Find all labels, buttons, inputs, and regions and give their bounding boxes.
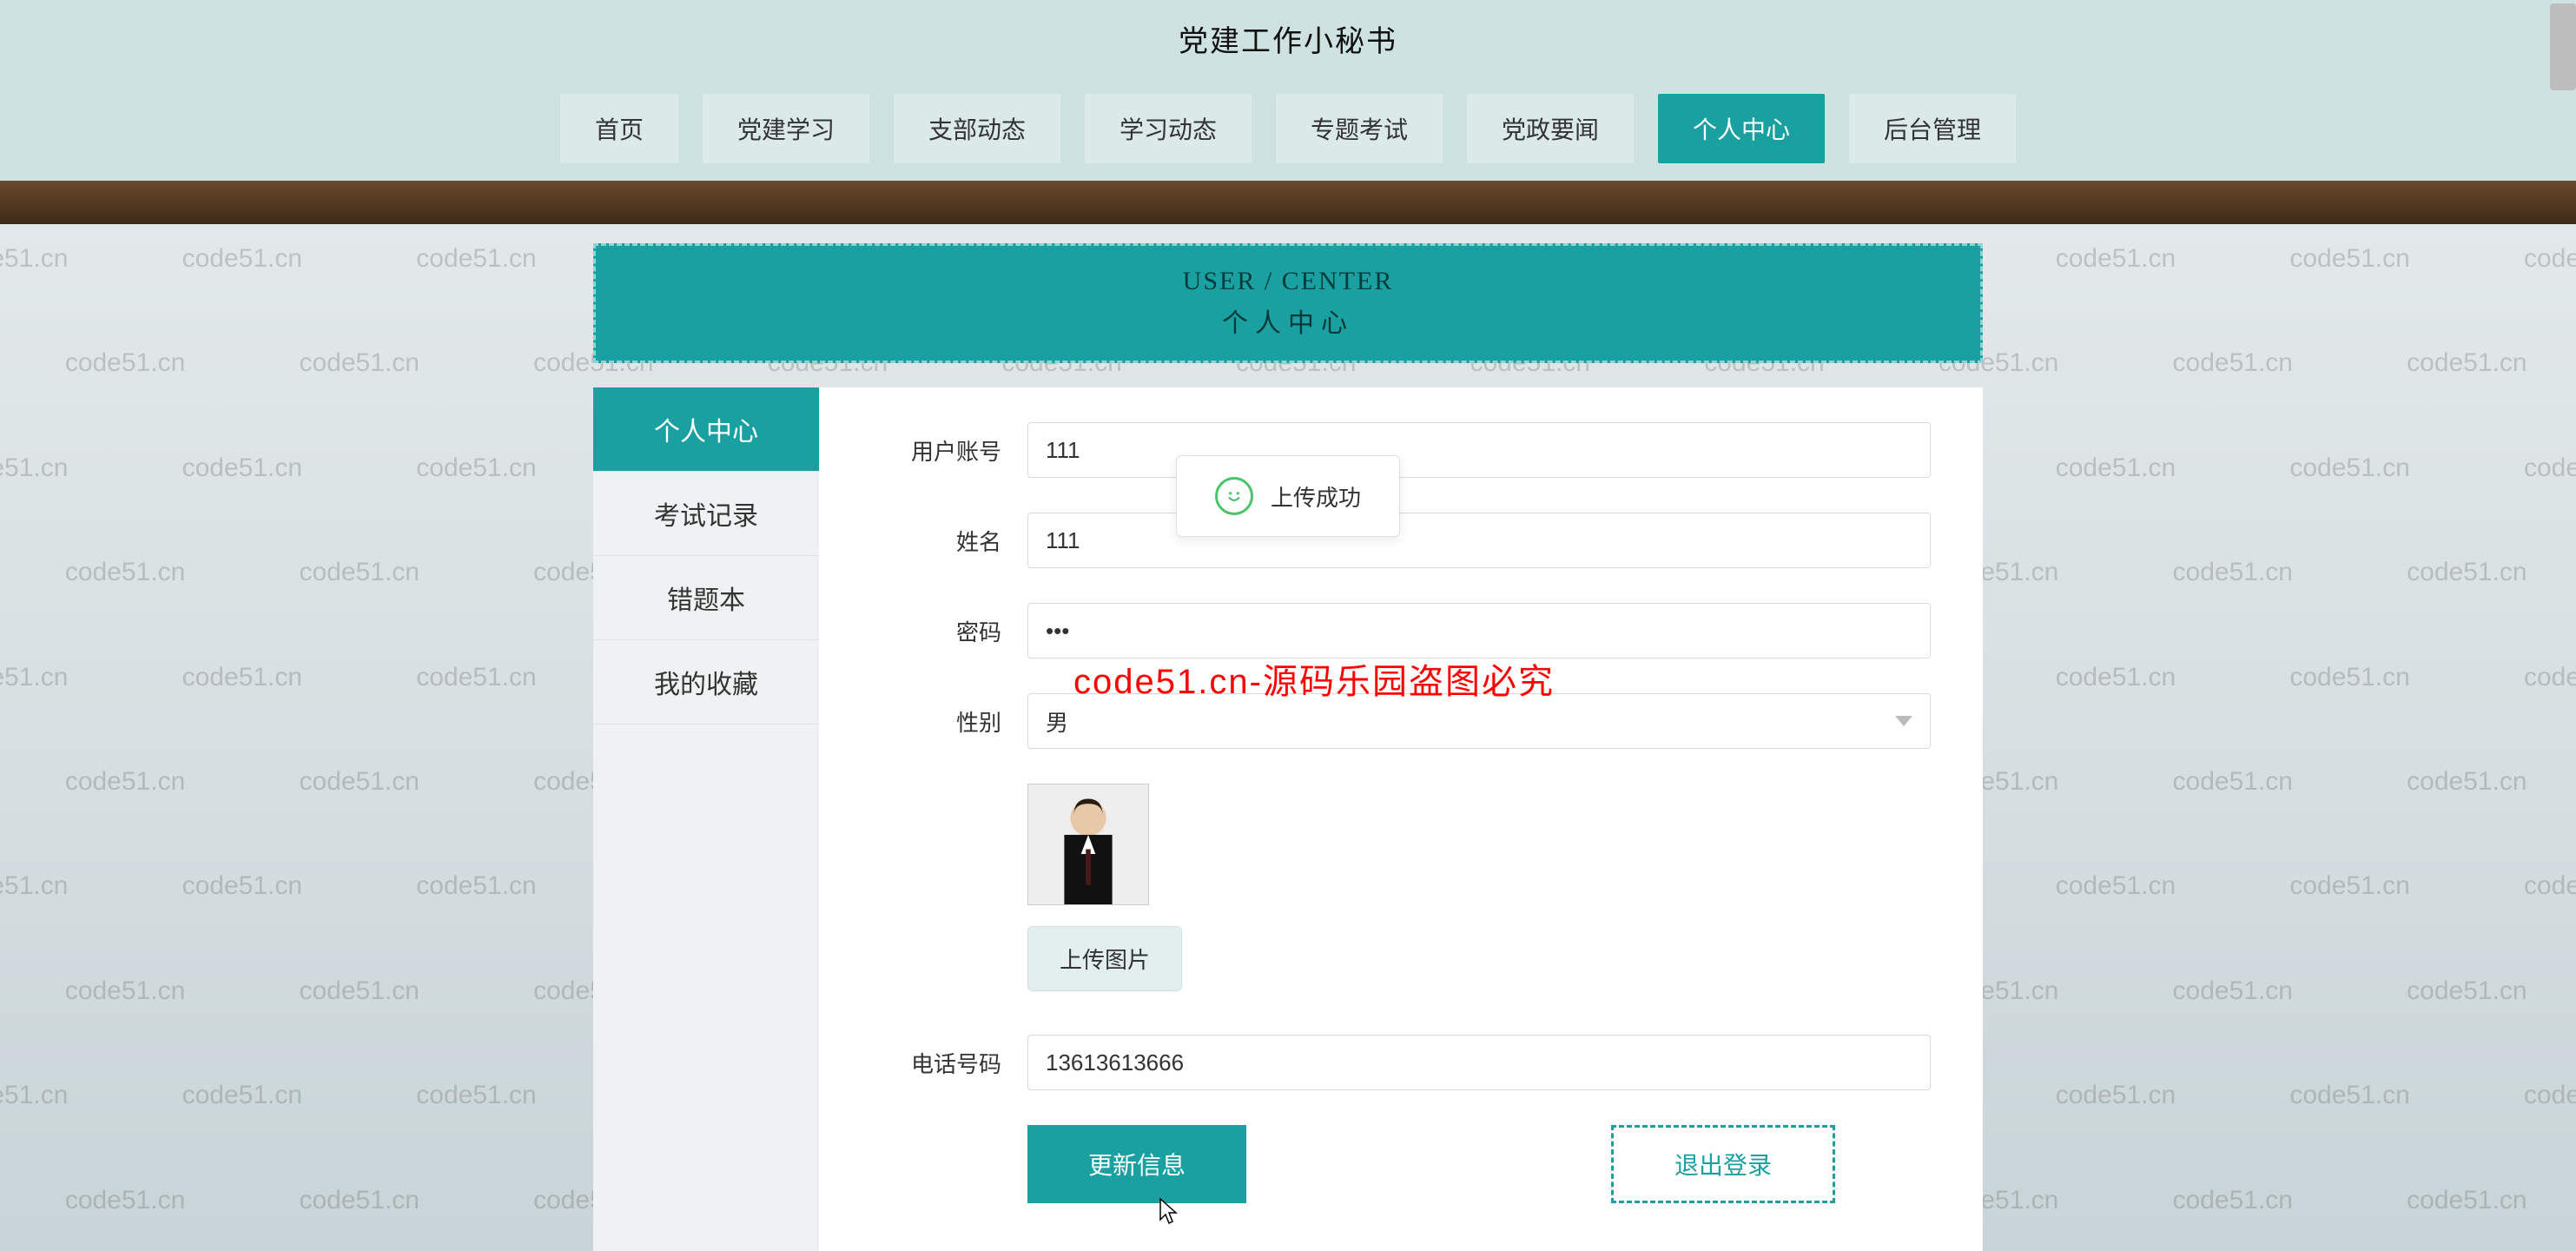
phone-label: 电话号码 <box>871 1047 1027 1079</box>
account-input[interactable] <box>1027 422 1931 478</box>
main-nav: 首页 党建学习 支部动态 学习动态 专题考试 党政要闻 个人中心 后台管理 <box>0 76 2576 181</box>
nav-exam[interactable]: 专题考试 <box>1276 94 1443 163</box>
app-title: 党建工作小秘书 <box>1179 17 1397 60</box>
nav-admin[interactable]: 后台管理 <box>1849 94 2016 163</box>
password-label: 密码 <box>871 615 1027 647</box>
user-center-header: USER / CENTER 个人中心 <box>593 243 1983 363</box>
nav-branch[interactable]: 支部动态 <box>894 94 1060 163</box>
watermark-warning-overlay: code51.cn-源码乐园盗图必究 <box>1073 653 1555 704</box>
smile-success-icon <box>1215 477 1253 515</box>
chevron-down-icon <box>1895 716 1912 726</box>
avatar-preview <box>1027 784 1149 905</box>
password-input[interactable] <box>1027 603 1931 659</box>
toast-message: 上传成功 <box>1271 480 1361 513</box>
upload-success-toast: 上传成功 <box>1176 455 1400 537</box>
uc-header-en: USER / CENTER <box>596 267 1980 296</box>
phone-input[interactable] <box>1027 1035 1931 1090</box>
update-info-button[interactable]: 更新信息 <box>1027 1125 1246 1203</box>
uc-sidebar: 个人中心 考试记录 错题本 我的收藏 <box>593 387 819 1251</box>
uc-form: 用户账号 姓名 密码 性别 <box>819 387 1983 1251</box>
sidebar-item-exam-record[interactable]: 考试记录 <box>593 472 819 556</box>
upload-image-button[interactable]: 上传图片 <box>1027 926 1182 991</box>
top-title-bar: 党建工作小秘书 <box>0 0 2576 76</box>
name-input[interactable] <box>1027 513 1931 568</box>
name-label: 姓名 <box>871 525 1027 557</box>
gender-value: 男 <box>1046 705 1068 738</box>
account-label: 用户账号 <box>871 434 1027 467</box>
gender-label: 性别 <box>871 705 1027 738</box>
logout-button[interactable]: 退出登录 <box>1611 1125 1835 1203</box>
sidebar-item-profile[interactable]: 个人中心 <box>593 387 819 472</box>
nav-user-center[interactable]: 个人中心 <box>1658 94 1825 163</box>
avatar-icon <box>1028 784 1148 904</box>
hero-strip <box>0 181 2576 224</box>
uc-header-cn: 个人中心 <box>596 301 1980 340</box>
nav-study[interactable]: 党建学习 <box>703 94 869 163</box>
nav-home[interactable]: 首页 <box>560 94 678 163</box>
user-center-panel: USER / CENTER 个人中心 个人中心 考试记录 错题本 我的收藏 用户… <box>593 243 1983 1251</box>
nav-news[interactable]: 党政要闻 <box>1467 94 1634 163</box>
sidebar-item-wrong-book[interactable]: 错题本 <box>593 556 819 640</box>
sidebar-item-favorites[interactable]: 我的收藏 <box>593 640 819 725</box>
vertical-scrollbar-thumb[interactable] <box>2550 3 2576 90</box>
nav-learn-dynamic[interactable]: 学习动态 <box>1085 94 1252 163</box>
mouse-cursor-icon <box>1159 1197 1179 1227</box>
